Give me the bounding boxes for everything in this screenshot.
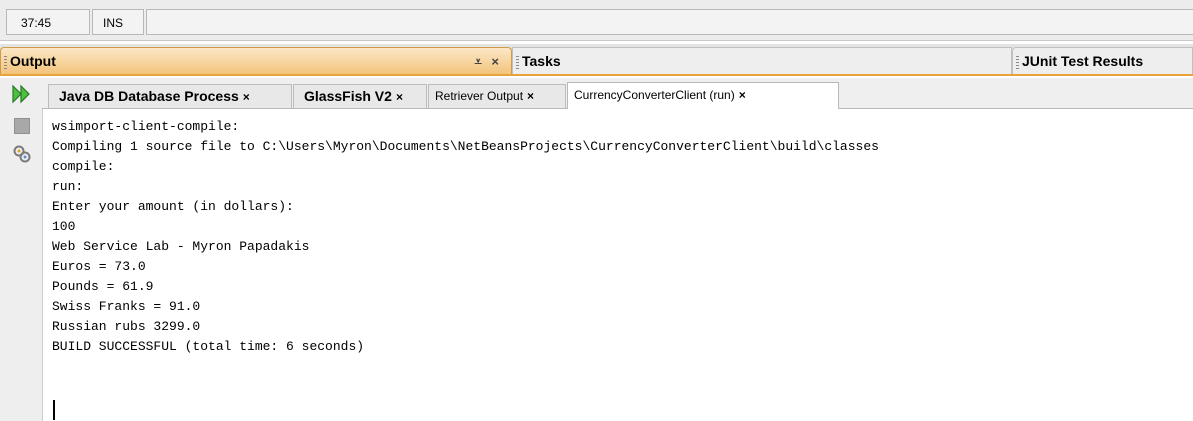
drag-grip-icon[interactable] (516, 55, 519, 69)
console-line: Pounds = 61.9 (52, 279, 154, 294)
console-line: Enter your amount (in dollars): (52, 199, 294, 214)
close-icon[interactable]: × (396, 90, 403, 104)
text-cursor (53, 400, 55, 420)
tab-tasks-label: Tasks (522, 53, 561, 69)
subtab-label: Retriever Output (435, 89, 524, 103)
console-line: Euros = 73.0 (52, 259, 146, 274)
subtab-retriever-output[interactable]: Retriever Output × (428, 84, 566, 108)
output-subtab-bar: Java DB Database Process × GlassFish V2 × … (42, 78, 1193, 109)
console-line: BUILD SUCCESSFUL (total time: 6 seconds) (52, 339, 365, 354)
status-bar: 37:45 INS (0, 0, 1193, 41)
insert-mode[interactable]: INS (92, 9, 144, 35)
output-toolbar (0, 78, 43, 421)
close-icon[interactable]: × (491, 54, 499, 69)
console-line: Russian rubs 3299.0 (52, 319, 201, 334)
console-line: 100 (52, 219, 76, 234)
stop-icon[interactable] (10, 114, 34, 138)
close-icon[interactable]: × (739, 88, 746, 102)
console-line: Compiling 1 source file to C:\Users\Myro… (52, 139, 879, 154)
tab-output[interactable]: Output ⩡ × (0, 47, 512, 74)
subtab-java-db-process[interactable]: Java DB Database Process × (48, 84, 292, 108)
tab-tasks[interactable]: Tasks (512, 47, 1012, 74)
subtab-label: Java DB Database Process (59, 88, 239, 104)
tab-junit-results[interactable]: JUnit Test Results (1012, 47, 1193, 74)
caret-position: 37:45 (6, 9, 90, 35)
subtab-currency-converter-run[interactable]: CurrencyConverterClient (run) × (567, 82, 839, 109)
subtab-label: GlassFish V2 (304, 88, 392, 104)
tab-output-label: Output (10, 53, 56, 69)
drag-grip-icon[interactable] (4, 55, 7, 69)
settings-icon[interactable] (10, 142, 34, 166)
close-icon[interactable]: × (527, 89, 534, 103)
console-line: compile: (52, 159, 115, 174)
console-line: Web Service Lab - Myron Papadakis (52, 239, 310, 254)
subtab-label: CurrencyConverterClient (run) (574, 88, 735, 102)
subtab-glassfish[interactable]: GlassFish V2 × (293, 84, 427, 108)
settings-icon-graphic (13, 145, 31, 163)
console-line: run: (52, 179, 84, 194)
status-message-area (146, 9, 1193, 35)
console-output[interactable]: wsimport-client-compile: Compiling 1 sou… (52, 117, 1182, 357)
console-line: Swiss Franks = 91.0 (52, 299, 201, 314)
drag-grip-icon[interactable] (1016, 55, 1019, 69)
stop-square (14, 118, 30, 134)
rerun-icon[interactable] (10, 82, 34, 106)
minimize-icon[interactable]: ⩡ (474, 54, 481, 69)
rerun-icon-graphic (12, 84, 30, 104)
console-line: wsimport-client-compile: (52, 119, 240, 134)
close-icon[interactable]: × (243, 90, 250, 104)
tab-junit-label: JUnit Test Results (1022, 53, 1144, 69)
window-tab-bar: Output ⩡ × Tasks JUnit Test Results (0, 44, 1193, 76)
